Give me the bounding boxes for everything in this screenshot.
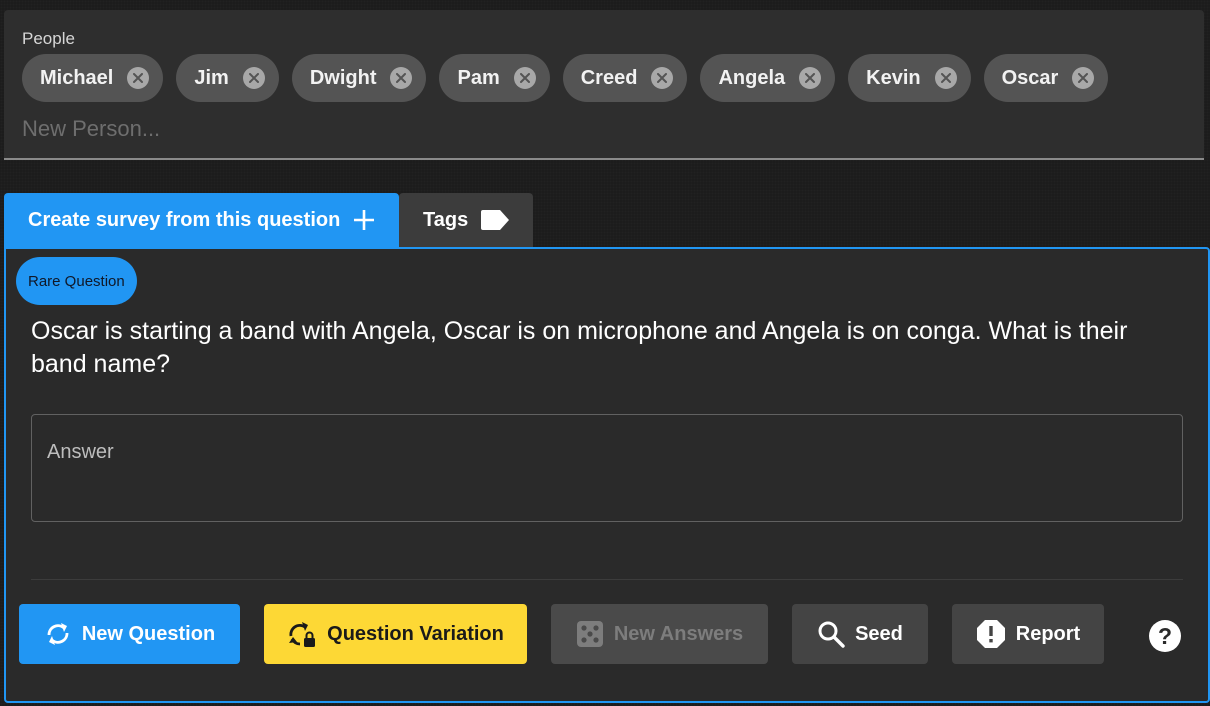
person-chip-michael[interactable]: Michael: [22, 54, 164, 102]
search-icon: [817, 620, 845, 648]
people-chips: Michael Jim Dwight Pam Creed Angela Kevi…: [22, 54, 1109, 102]
close-icon[interactable]: [1072, 67, 1095, 89]
answer-label: Answer: [47, 441, 114, 463]
close-icon[interactable]: [651, 67, 674, 89]
person-chip-label: Kevin: [866, 66, 921, 89]
rare-question-badge: Rare Question: [16, 257, 137, 305]
tag-icon: [468, 209, 510, 231]
report-button[interactable]: Report: [952, 604, 1104, 664]
person-chip-oscar[interactable]: Oscar: [983, 54, 1109, 102]
create-survey-label: Create survey from this question: [28, 208, 341, 231]
question-text: Oscar is starting a band with Angela, Os…: [31, 317, 1128, 378]
person-chip-kevin[interactable]: Kevin: [848, 54, 971, 102]
seed-button[interactable]: Seed: [792, 604, 928, 664]
answer-field[interactable]: Answer: [31, 414, 1183, 522]
close-icon[interactable]: [799, 67, 822, 89]
close-icon[interactable]: [242, 67, 265, 89]
person-chip-angela[interactable]: Angela: [700, 54, 836, 102]
tags-label: Tags: [423, 208, 469, 231]
people-field[interactable]: People Michael Jim Dwight Pam Creed Ange…: [4, 10, 1204, 160]
people-label: People: [22, 29, 75, 48]
dice-icon: [576, 620, 604, 648]
create-survey-button[interactable]: Create survey from this question: [4, 193, 399, 247]
alert-octagon-icon: [976, 619, 1006, 649]
person-chip-pam[interactable]: Pam: [439, 54, 550, 102]
close-icon[interactable]: [513, 67, 536, 89]
close-icon[interactable]: [127, 67, 150, 89]
seed-label: Seed: [855, 622, 903, 645]
tags-button[interactable]: Tags: [399, 193, 533, 247]
question-variation-button[interactable]: Question Variation: [264, 604, 527, 664]
person-chip-dwight[interactable]: Dwight: [291, 54, 427, 102]
plus-icon: [340, 208, 376, 232]
lock-refresh-icon: [287, 619, 317, 649]
divider: [31, 579, 1183, 580]
refresh-icon: [44, 619, 72, 649]
help-circle-icon[interactable]: ?: [1149, 620, 1181, 652]
person-chip-label: Michael: [40, 66, 114, 89]
question-variation-label: Question Variation: [327, 622, 504, 645]
person-chip-jim[interactable]: Jim: [176, 54, 279, 102]
new-person-input[interactable]: New Person...: [22, 116, 160, 142]
report-label: Report: [1015, 622, 1081, 645]
person-chip-label: Angela: [718, 66, 786, 89]
person-chip-label: Oscar: [1001, 66, 1059, 89]
close-icon[interactable]: [390, 67, 413, 89]
new-question-label: New Question: [81, 622, 216, 645]
question-card: Rare Question Oscar is starting a band w…: [4, 247, 1210, 703]
new-question-button[interactable]: New Question: [19, 604, 240, 664]
person-chip-label: Creed: [580, 66, 638, 89]
close-icon[interactable]: [934, 67, 957, 89]
person-chip-label: Jim: [194, 66, 229, 89]
person-chip-label: Dwight: [309, 66, 377, 89]
new-answers-button[interactable]: New Answers: [551, 604, 768, 664]
person-chip-label: Pam: [457, 66, 500, 89]
new-answers-label: New Answers: [613, 622, 744, 645]
person-chip-creed[interactable]: Creed: [562, 54, 688, 102]
